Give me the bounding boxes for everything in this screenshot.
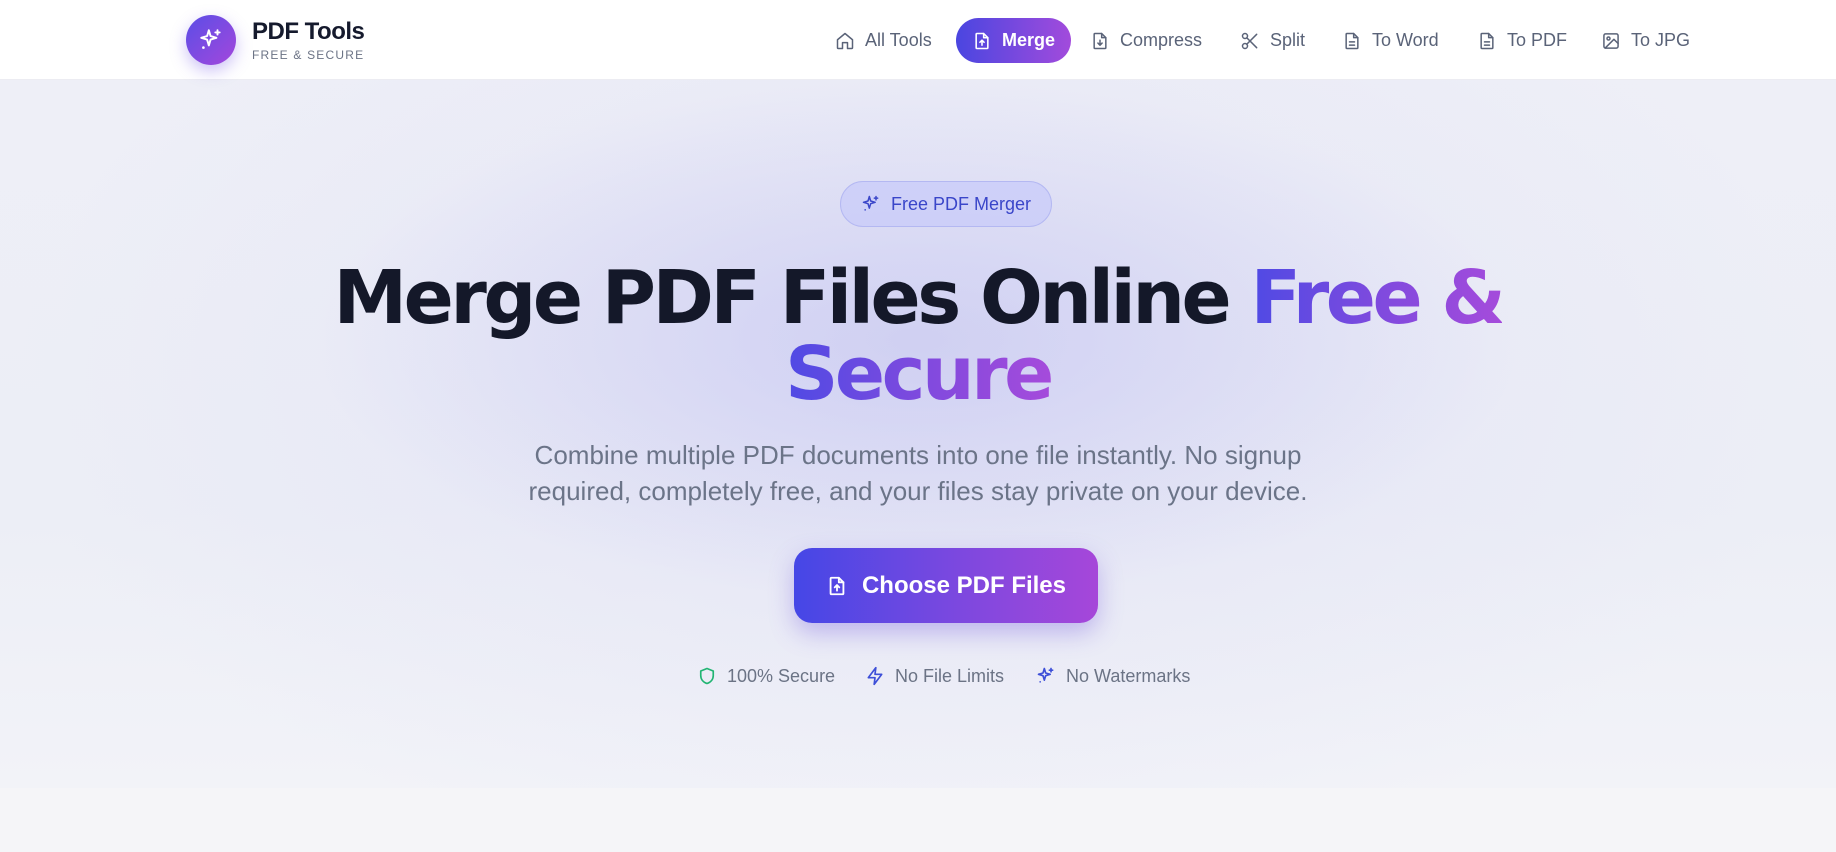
file-download-icon [1093, 32, 1107, 49]
home-icon [836, 32, 854, 49]
nav-item-label: Compress [1120, 30, 1203, 50]
feature-no-limits: No File Limits [865, 662, 1004, 690]
nav-item-merge[interactable]: Merge [956, 18, 1072, 63]
image-icon [1603, 32, 1619, 49]
feature-label: No Watermarks [1066, 665, 1191, 686]
sparkles-icon [1037, 667, 1054, 683]
nav-item-to-pdf[interactable]: To PDF [1477, 18, 1567, 63]
top-navbar: PDF Tools FREE & SECURE All Tools Merge [0, 0, 1836, 80]
feature-label: No File Limits [895, 665, 1005, 686]
nav-item-split[interactable]: Split [1240, 18, 1305, 63]
page-title-line-2: Secure [0, 336, 1836, 412]
nav-item-to-jpg[interactable]: To JPG [1601, 18, 1690, 63]
nav-item-label: All Tools [865, 30, 932, 50]
choose-files-button[interactable]: Choose PDF Files [794, 548, 1098, 623]
shield-icon [699, 667, 715, 685]
headline-accent: Free & [1250, 255, 1505, 341]
nav-item-label: To JPG [1631, 30, 1691, 50]
headline-accent: Secure [785, 331, 1054, 417]
cta-label: Choose PDF Files [861, 571, 1067, 599]
nav-item-label: To PDF [1507, 30, 1568, 50]
hero-section: Free PDF Merger Merge PDF Files Online F… [0, 80, 1836, 788]
file-text-icon [1480, 32, 1494, 49]
nav-item-to-word[interactable]: To Word [1342, 18, 1439, 63]
nav-item-all-tools[interactable]: All Tools [835, 18, 932, 63]
scissors-icon [1241, 32, 1258, 49]
file-text-icon [1345, 32, 1359, 49]
badge: Free PDF Merger [840, 181, 1052, 227]
nav-item-compress[interactable]: Compress [1090, 18, 1202, 63]
feature-no-watermarks: No Watermarks [1036, 662, 1190, 690]
page-title: Merge PDF Files Online Free & [0, 260, 1836, 336]
hero-subtitle: Combine multiple PDF documents into one … [528, 440, 1308, 506]
feature-secure: 100% Secure [697, 662, 835, 690]
nav-item-label: Merge [1002, 30, 1056, 50]
file-upload-icon [975, 32, 989, 49]
feature-list: 100% Secure No File Limits No Watermarks [0, 662, 1836, 690]
badge-label: Free PDF Merger [890, 193, 1032, 214]
feature-label: 100% Secure [727, 665, 836, 686]
main-nav: All Tools Merge Compress Split To Word T… [0, 18, 1836, 63]
nav-item-label: Split [1270, 30, 1306, 50]
nav-item-label: To Word [1372, 30, 1439, 50]
headline-dark: Merge PDF Files Online [333, 255, 1232, 341]
file-upload-icon [829, 576, 845, 595]
sparkles-icon [862, 195, 879, 211]
zap-icon [867, 666, 883, 686]
